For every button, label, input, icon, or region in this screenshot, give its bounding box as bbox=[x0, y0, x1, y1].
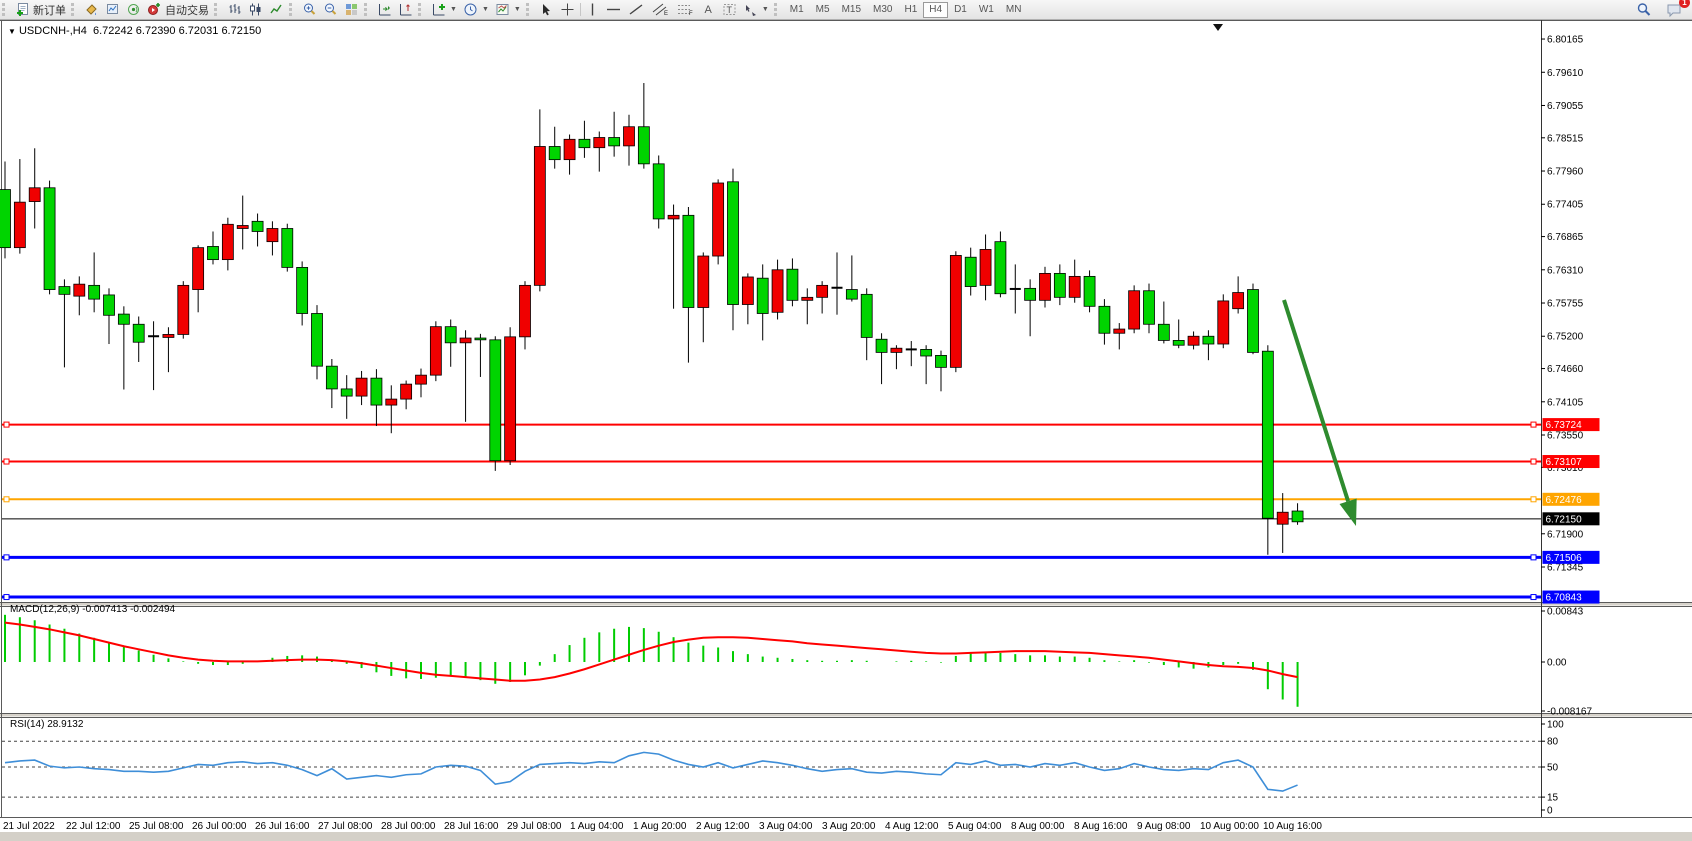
rsi-value: 28.9132 bbox=[47, 719, 83, 730]
axis-label: 8 Aug 00:00 bbox=[1011, 821, 1065, 832]
horizontal-price-lines[interactable] bbox=[2, 422, 1541, 599]
price-label-text: 6.72476 bbox=[1546, 495, 1583, 506]
axis-label: 6.75200 bbox=[1547, 332, 1584, 343]
chart-menu-caret-icon[interactable]: ▼ bbox=[8, 27, 16, 36]
axis-label: 6.80165 bbox=[1547, 35, 1584, 46]
axis-label: 1 Aug 20:00 bbox=[633, 821, 687, 832]
axis-label: 6.73550 bbox=[1547, 431, 1584, 442]
axis-label: 6.74660 bbox=[1547, 364, 1584, 375]
rsi-label: RSI(14) 28.9132 bbox=[10, 719, 83, 730]
macd-name: MACD(12,26,9) bbox=[10, 604, 79, 615]
axis-label: 6.79055 bbox=[1547, 101, 1584, 112]
axis-label: 100 bbox=[1547, 720, 1564, 731]
pane-structure bbox=[0, 20, 1692, 841]
axis-label: 6.76865 bbox=[1547, 232, 1584, 243]
axis-label: 1 Aug 04:00 bbox=[570, 821, 624, 832]
axis-label: 25 Jul 08:00 bbox=[129, 821, 184, 832]
axis-label: 6.76310 bbox=[1547, 265, 1584, 276]
axis-label: 26 Jul 00:00 bbox=[192, 821, 247, 832]
ohlc-low: 6.72031 bbox=[179, 25, 219, 37]
line-handle[interactable] bbox=[1531, 459, 1536, 464]
axis-label: 6.71900 bbox=[1547, 529, 1584, 540]
price-line-labels: 6.73724 6.73107 6.72476 6.71506 6.70843 6.721… bbox=[1543, 418, 1600, 603]
macd-label: MACD(12,26,9) -0.007413 -0.002494 bbox=[10, 604, 175, 615]
ohlc-close: 6.72150 bbox=[221, 25, 261, 37]
price-label-text: 6.72150 bbox=[1546, 514, 1583, 525]
chart-canvas[interactable]: 6.80165 6.79610 6.79055 6.78515 6.77960 6.774… bbox=[0, 0, 1692, 841]
chart-title: ▼ USDCNH-,H4 6.72242 6.72390 6.72031 6.7… bbox=[8, 25, 261, 37]
rsi-indicator bbox=[2, 741, 1541, 797]
macd-indicator bbox=[5, 615, 1298, 707]
axis-label: 9 Aug 08:00 bbox=[1137, 821, 1191, 832]
axis-label: 0 bbox=[1547, 806, 1553, 817]
price-label-text: 6.70843 bbox=[1546, 593, 1583, 604]
axis-label: 2 Aug 12:00 bbox=[696, 821, 750, 832]
line-handle[interactable] bbox=[4, 555, 9, 560]
axis-label: 27 Jul 08:00 bbox=[318, 821, 373, 832]
axis-label: 5 Aug 04:00 bbox=[948, 821, 1002, 832]
axis-label: 28 Jul 00:00 bbox=[381, 821, 436, 832]
axis-label: 22 Jul 12:00 bbox=[66, 821, 121, 832]
axis-label: 6.78515 bbox=[1547, 133, 1584, 144]
axis-label: 80 bbox=[1547, 737, 1559, 748]
chart-symbol-period: USDCNH-,H4 bbox=[19, 25, 87, 37]
axis-label: 10 Aug 00:00 bbox=[1200, 821, 1259, 832]
axis-label: 3 Aug 20:00 bbox=[822, 821, 876, 832]
axis-label: 8 Aug 16:00 bbox=[1074, 821, 1128, 832]
line-handle[interactable] bbox=[4, 595, 9, 600]
axis-label: 10 Aug 16:00 bbox=[1263, 821, 1322, 832]
axis-label: 3 Aug 04:00 bbox=[759, 821, 813, 832]
price-label-text: 6.73724 bbox=[1546, 420, 1583, 431]
line-handle[interactable] bbox=[1531, 555, 1536, 560]
trend-arrow-annotation[interactable] bbox=[1284, 300, 1357, 526]
trading-platform-window: 新订单 自动交易 bbox=[0, 0, 1692, 841]
axis-label: 6.74105 bbox=[1547, 397, 1584, 408]
axis-label: 21 Jul 2022 bbox=[3, 821, 55, 832]
axis-label: 0.00 bbox=[1547, 658, 1567, 669]
macd-main-value: -0.007413 bbox=[82, 604, 127, 615]
axis-label: 4 Aug 12:00 bbox=[885, 821, 939, 832]
axis-label: 15 bbox=[1547, 793, 1559, 804]
axis-label: 50 bbox=[1547, 763, 1559, 774]
axis-label: 28 Jul 16:00 bbox=[444, 821, 499, 832]
axis-label: -0.008167 bbox=[1547, 707, 1592, 718]
axis-label: 29 Jul 08:00 bbox=[507, 821, 562, 832]
axis-label: 0.00843 bbox=[1547, 606, 1584, 617]
rsi-name: RSI(14) bbox=[10, 719, 44, 730]
macd-signal-value: -0.002494 bbox=[130, 604, 175, 615]
axis-label: 26 Jul 16:00 bbox=[255, 821, 310, 832]
ohlc-high: 6.72390 bbox=[136, 25, 176, 37]
axis-labels: 6.80165 6.79610 6.79055 6.78515 6.77960 6.774… bbox=[3, 35, 1592, 832]
line-handle[interactable] bbox=[4, 497, 9, 502]
axis-label: 6.79610 bbox=[1547, 68, 1584, 79]
ohlc-open: 6.72242 bbox=[93, 25, 133, 37]
line-handle[interactable] bbox=[1531, 595, 1536, 600]
line-handle[interactable] bbox=[4, 422, 9, 427]
axis-label: 6.71345 bbox=[1547, 563, 1584, 574]
candlesticks bbox=[0, 83, 1303, 555]
price-label-text: 6.71506 bbox=[1546, 553, 1583, 564]
axis-label: 6.77405 bbox=[1547, 200, 1584, 211]
axis-label: 6.75755 bbox=[1547, 299, 1584, 310]
line-handle[interactable] bbox=[1531, 422, 1536, 427]
axis-label: 6.77960 bbox=[1547, 167, 1584, 178]
line-handle[interactable] bbox=[4, 459, 9, 464]
line-handle[interactable] bbox=[1531, 497, 1536, 502]
price-label-text: 6.73107 bbox=[1546, 457, 1583, 468]
